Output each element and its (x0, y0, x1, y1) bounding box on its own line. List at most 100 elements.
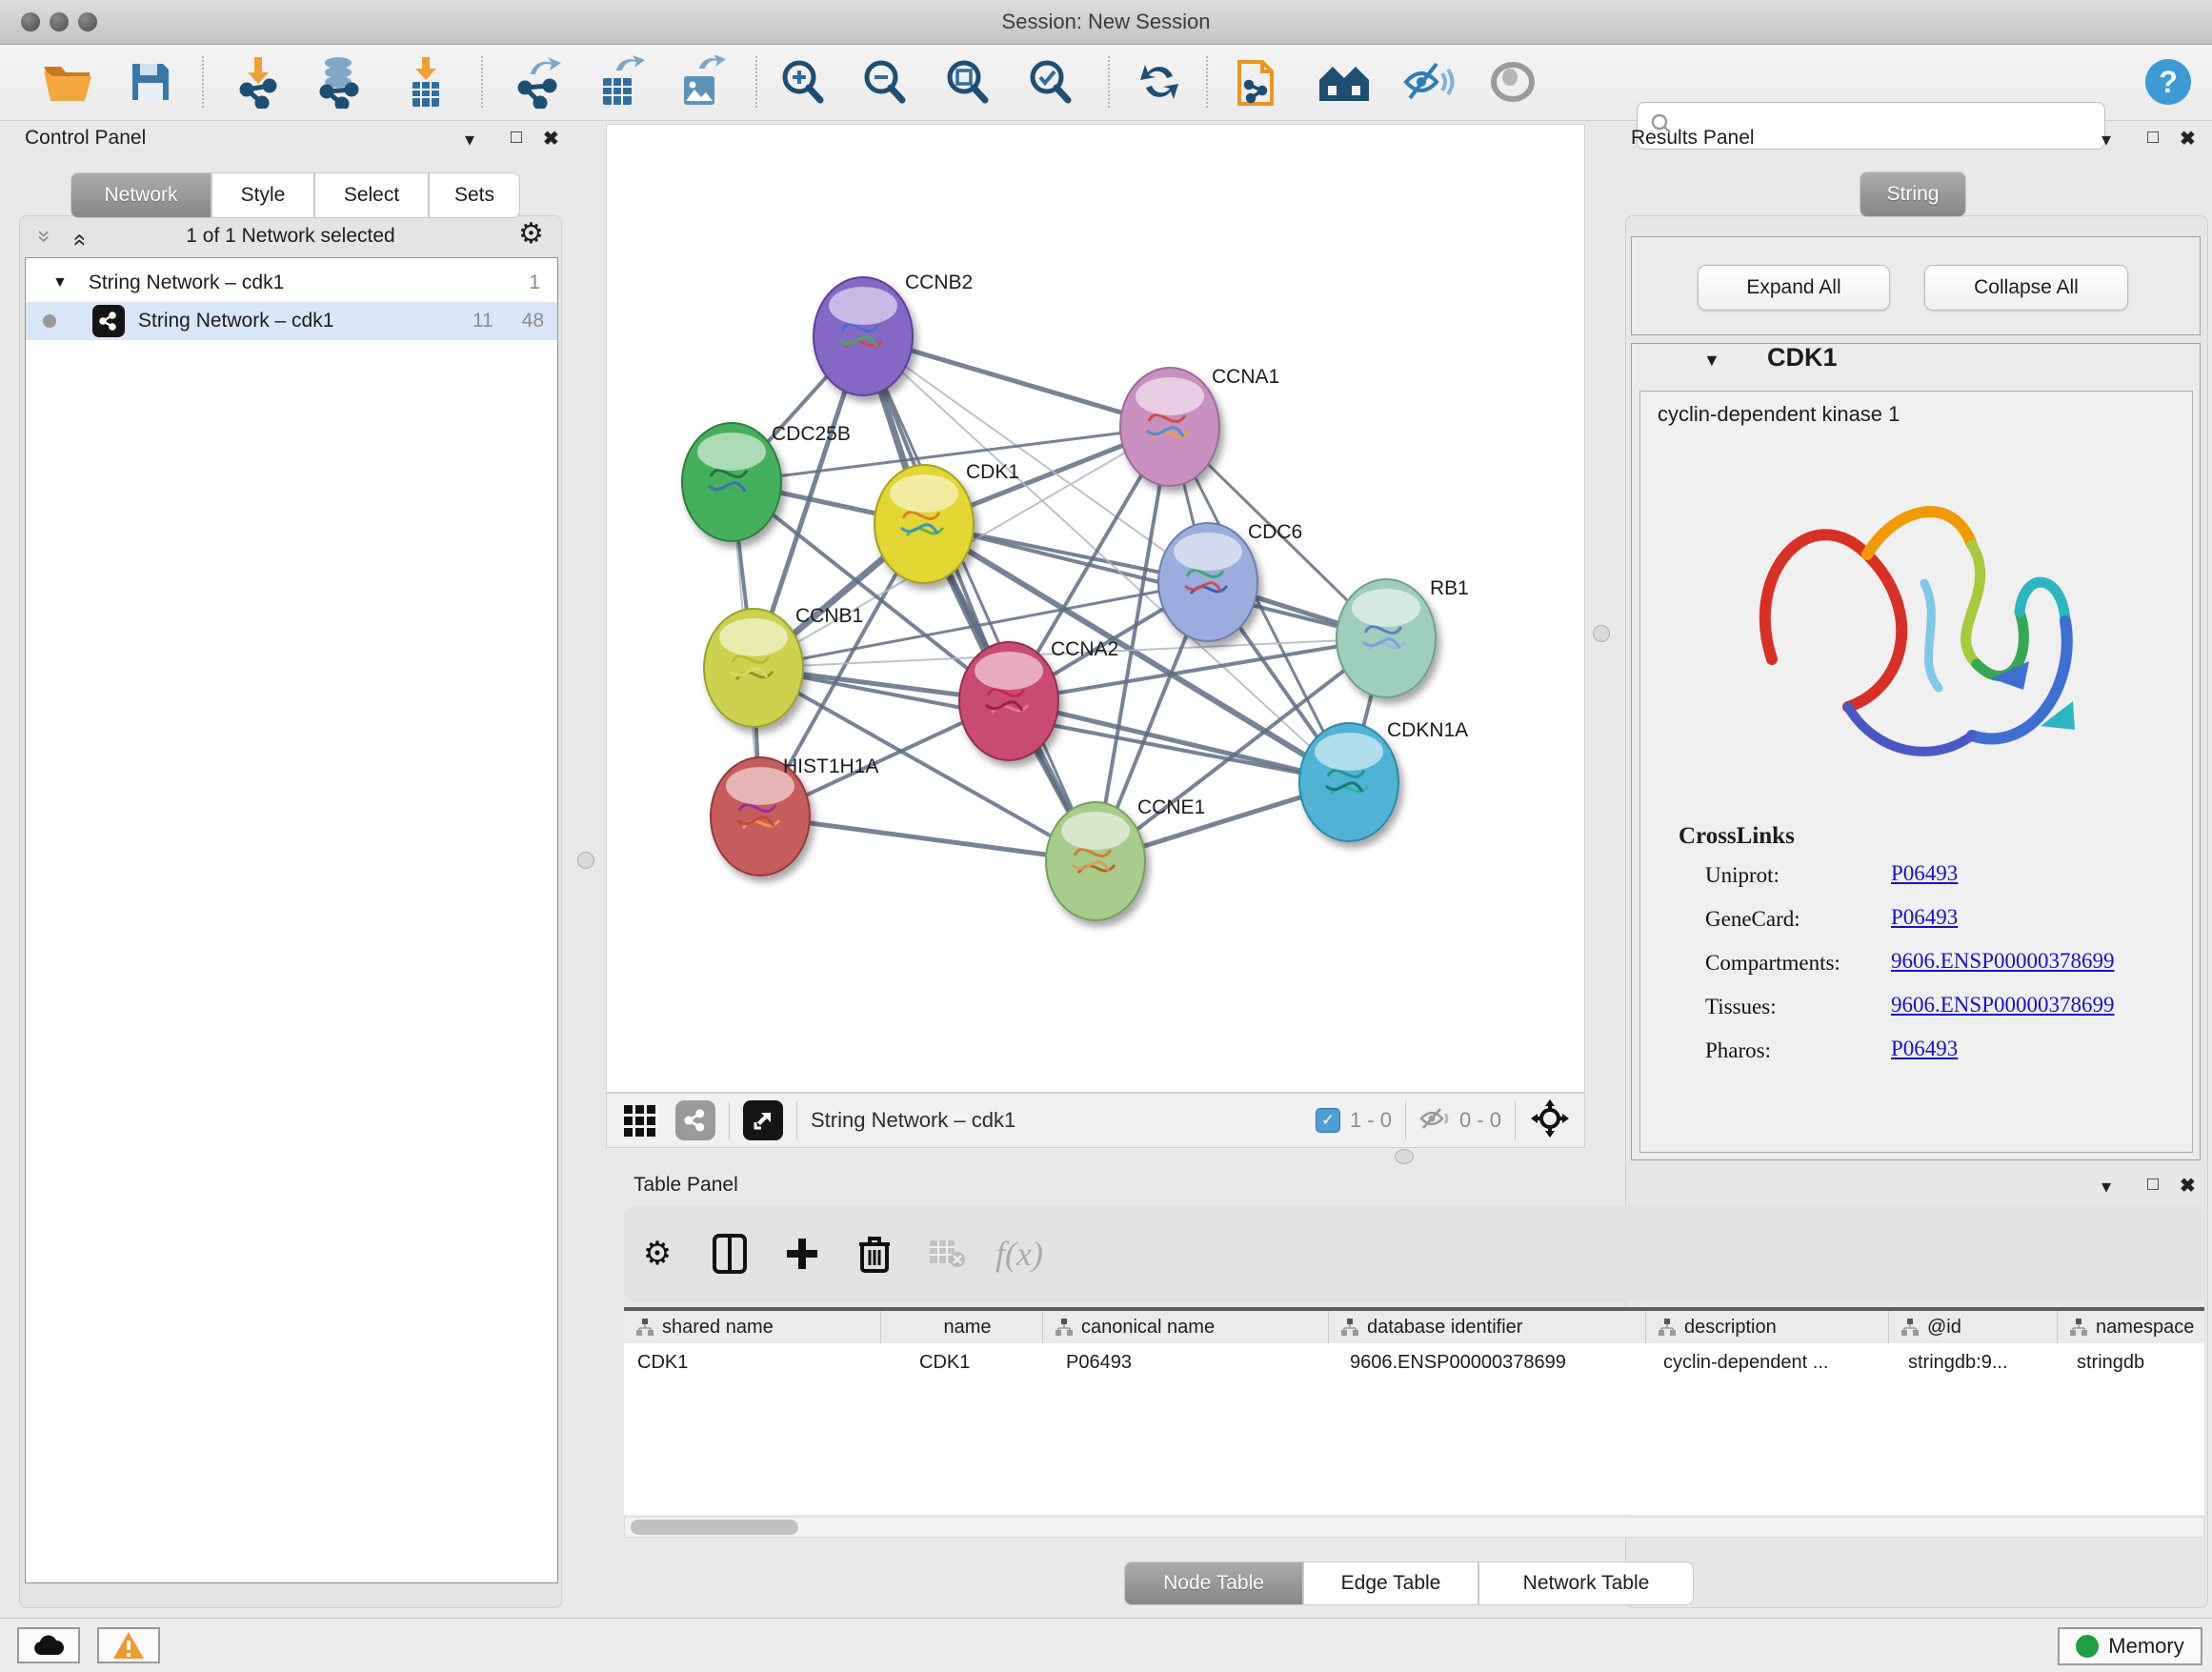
network-canvas[interactable]: CCNB2CCNA1CDC25BCDK1CDC6RB1CCNB1CCNA2CDK… (606, 124, 1585, 1093)
network-collection-row[interactable]: ▼ String Network – cdk1 1 (26, 264, 557, 302)
expand-all-networks-icon[interactable]: » (66, 233, 92, 246)
import-network-from-database-icon[interactable] (308, 52, 369, 111)
open-session-icon[interactable] (36, 52, 97, 111)
function-builder-icon: f(x) (993, 1227, 1046, 1280)
left-splitter-handle[interactable] (577, 852, 594, 869)
zoom-out-icon[interactable] (854, 52, 915, 111)
results-panel-menu-icon[interactable]: ▾ (2101, 128, 2111, 151)
svg-text:CCNA2: CCNA2 (1051, 638, 1118, 660)
tab-select[interactable]: Select (314, 172, 429, 218)
compartments-link[interactable]: 9606.ENSP00000378699 (1891, 949, 2115, 974)
show-columns-icon[interactable] (703, 1227, 756, 1280)
memory-button[interactable]: Memory (2058, 1627, 2202, 1665)
expand-all-button[interactable]: Expand All (1698, 265, 1890, 311)
selected-node-edge-counts: 1 - 0 (1350, 1108, 1392, 1133)
column-header-canonical-name[interactable]: canonical name (1043, 1311, 1329, 1343)
column-header-name[interactable]: name (881, 1311, 1043, 1343)
network-from-file-icon[interactable] (1229, 52, 1290, 111)
fit-content-crosshair-icon[interactable] (1529, 1098, 1571, 1144)
svg-text:CCNB1: CCNB1 (795, 605, 863, 627)
tissues-link[interactable]: 9606.ENSP00000378699 (1891, 993, 2115, 1017)
export-image-icon[interactable] (672, 52, 733, 111)
crosslink-label: Tissues: (1705, 995, 1777, 1019)
tab-node-table[interactable]: Node Table (1124, 1561, 1303, 1605)
protein-structure-image (1705, 440, 2124, 826)
zoom-fit-icon[interactable] (936, 52, 997, 111)
column-header-database-identifier[interactable]: database identifier (1329, 1311, 1646, 1343)
import-table-from-file-icon[interactable] (395, 52, 456, 111)
results-panel-close-icon[interactable]: ✖ (2180, 127, 2196, 151)
svg-text:CDK1: CDK1 (966, 461, 1019, 483)
tree-expand-icon[interactable]: ▼ (52, 274, 68, 292)
refresh-icon[interactable] (1129, 52, 1190, 111)
column-header-shared-name[interactable]: shared name (624, 1311, 881, 1343)
crosslink-label: Uniprot: (1705, 863, 1780, 888)
cell-shared-name: CDK1 (624, 1343, 881, 1381)
collection-count: 1 (529, 272, 540, 294)
selected-checkbox-icon[interactable]: ✓ (1316, 1108, 1340, 1133)
table-panel-close-icon[interactable]: ✖ (2180, 1174, 2196, 1198)
help-icon[interactable]: ? (2138, 52, 2199, 111)
home-icon[interactable] (1315, 52, 1376, 111)
tab-edge-table[interactable]: Edge Table (1303, 1561, 1478, 1605)
zoom-selected-icon[interactable] (1019, 52, 1080, 111)
crosslink-label: Compartments: (1705, 951, 1840, 976)
cell-description: cyclin-dependent ... (1646, 1343, 1889, 1381)
window-title: Session: New Session (0, 10, 2212, 34)
table-options-gear-icon[interactable]: ⚙ (631, 1227, 684, 1280)
right-splitter-handle[interactable] (1593, 625, 1610, 642)
toolbar-separator (1206, 56, 1208, 108)
tab-string[interactable]: String (1860, 171, 1966, 217)
title-bar: Session: New Session (0, 0, 2212, 45)
memory-label: Memory (2108, 1634, 2183, 1659)
collapse-all-networks-icon[interactable]: » (31, 230, 58, 242)
table-panel-float-icon[interactable]: □ (2147, 1174, 2159, 1196)
cell-database-identifier: 9606.ENSP00000378699 (1329, 1343, 1646, 1381)
genecard-link[interactable]: P06493 (1891, 905, 1958, 930)
import-network-from-file-icon[interactable] (228, 52, 289, 111)
main-toolbar: ? (0, 45, 2212, 121)
crosslink-label: GeneCard: (1705, 907, 1800, 932)
uniprot-link[interactable]: P06493 (1891, 861, 1958, 886)
detach-view-icon[interactable] (743, 1100, 783, 1140)
save-session-icon[interactable] (120, 52, 181, 111)
collapse-all-button[interactable]: Collapse All (1924, 265, 2128, 311)
show-hide-icon[interactable] (1398, 52, 1459, 111)
birdseye-icon[interactable] (1482, 52, 1543, 111)
control-panel-float-icon[interactable]: □ (511, 127, 522, 149)
svg-text:HIST1H1A: HIST1H1A (783, 755, 878, 777)
tab-sets[interactable]: Sets (429, 172, 520, 218)
string-network-graph[interactable]: CCNB2CCNA1CDC25BCDK1CDC6RB1CCNB1CCNA2CDK… (607, 125, 1584, 1092)
table-scrollbar-thumb[interactable] (631, 1520, 798, 1535)
warning-status-button[interactable] (97, 1627, 160, 1663)
tab-network[interactable]: Network (70, 172, 211, 218)
table-row[interactable]: CDK1 CDK1 P06493 9606.ENSP00000378699 cy… (624, 1343, 2204, 1381)
delete-column-trash-icon[interactable] (848, 1227, 901, 1280)
export-table-icon[interactable] (591, 52, 652, 111)
entry-collapse-icon[interactable]: ▼ (1703, 351, 1720, 371)
grid-view-icon[interactable] (622, 1103, 662, 1138)
column-header-description[interactable]: description (1646, 1311, 1889, 1343)
control-panel-close-icon[interactable]: ✖ (543, 127, 559, 151)
table-horizontal-scrollbar[interactable] (624, 1517, 2204, 1538)
table-panel-menu-icon[interactable]: ▾ (2101, 1175, 2111, 1199)
bottom-splitter-handle[interactable] (1395, 1149, 1414, 1164)
network-row[interactable]: String Network – cdk1 11 48 (26, 302, 557, 340)
export-network-icon[interactable] (508, 52, 569, 111)
network-overview-share-icon[interactable] (675, 1100, 715, 1140)
cloud-status-button[interactable] (17, 1627, 80, 1663)
hidden-eye-icon[interactable] (1419, 1106, 1452, 1136)
tab-network-table[interactable]: Network Table (1478, 1561, 1694, 1605)
pharos-link[interactable]: P06493 (1891, 1037, 1958, 1061)
cell-namespace: stringdb (2058, 1343, 2204, 1381)
column-header-namespace[interactable]: namespace (2058, 1311, 2204, 1343)
results-panel-float-icon[interactable]: □ (2147, 127, 2159, 149)
cell-id: stringdb:9... (1889, 1343, 2058, 1381)
svg-text:CCNA1: CCNA1 (1212, 366, 1279, 388)
control-panel-menu-icon[interactable]: ▾ (465, 128, 474, 151)
column-header-id[interactable]: @id (1889, 1311, 2058, 1343)
tab-style[interactable]: Style (211, 172, 314, 218)
create-column-icon[interactable] (775, 1227, 829, 1280)
zoom-in-icon[interactable] (772, 52, 833, 111)
network-options-gear-icon[interactable]: ⚙ (518, 217, 544, 251)
